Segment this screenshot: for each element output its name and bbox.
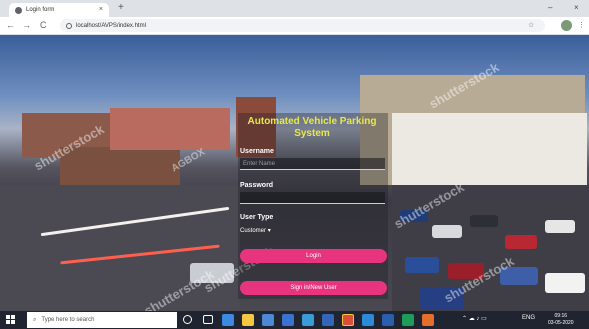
user-type-value: Customer	[240, 228, 267, 234]
tab-title: Login form	[26, 7, 55, 13]
signup-button[interactable]: Sign in/New User	[240, 281, 387, 295]
profile-avatar[interactable]	[561, 20, 572, 31]
browser-menu-icon[interactable]: ⋮	[578, 21, 585, 29]
clock-time: 09:16	[554, 313, 568, 319]
username-label: Username	[240, 148, 274, 155]
login-panel	[238, 113, 388, 299]
page-title: Automated Vehicle Parking System	[247, 116, 377, 139]
username-input[interactable]: Enter Name	[240, 158, 385, 170]
task-view-icon[interactable]	[203, 315, 213, 324]
cortana-icon[interactable]	[183, 315, 192, 324]
app-icon[interactable]	[302, 314, 314, 326]
forward-button[interactable]: →	[22, 20, 31, 30]
car	[505, 235, 537, 249]
app-icon[interactable]	[402, 314, 414, 326]
search-placeholder: Type here to search	[41, 317, 95, 323]
windows-start-icon[interactable]	[6, 315, 16, 325]
building-left-low	[60, 147, 180, 187]
url-text: localhost/AVPS/index.html	[76, 22, 146, 29]
app-icon[interactable]	[422, 314, 434, 326]
building-right-white	[392, 113, 587, 185]
dropbox-icon[interactable]	[282, 314, 294, 326]
tab-strip: Login form × + – ×	[0, 0, 589, 17]
address-bar[interactable]: localhost/AVPS/index.html	[60, 19, 545, 32]
ie-icon[interactable]	[362, 314, 374, 326]
taskbar-search-box[interactable]: ⌕ Type here to search	[27, 312, 177, 328]
browser-toolbar: ← → C localhost/AVPS/index.html ☆ ⋮	[0, 17, 589, 35]
search-icon: ⌕	[33, 316, 37, 323]
taskbar: ⌕ Type here to search ENG ⌃ ☁ ♪ ▭ 09:16 …	[0, 311, 589, 329]
file-explorer-icon[interactable]	[242, 314, 254, 326]
user-type-select[interactable]: Customer ▾	[240, 226, 280, 236]
login-button[interactable]: Login	[240, 249, 387, 263]
chevron-down-icon: ▾	[267, 228, 271, 234]
taskbar-clock[interactable]: 09:16 03-05-2020	[548, 313, 574, 327]
close-window-button[interactable]: ×	[574, 3, 579, 12]
globe-icon	[15, 6, 22, 14]
minimize-button[interactable]: –	[548, 3, 552, 12]
clock-date: 03-05-2020	[548, 320, 574, 326]
car	[545, 273, 585, 293]
building-center-red	[110, 108, 230, 150]
password-label: Password	[240, 182, 274, 189]
car	[405, 257, 439, 273]
car	[545, 220, 575, 233]
word-icon[interactable]	[382, 314, 394, 326]
new-tab-button[interactable]: +	[118, 3, 124, 13]
chrome-icon[interactable]	[342, 314, 354, 326]
user-type-label: User Type	[240, 214, 274, 221]
store-icon[interactable]	[262, 314, 274, 326]
bookmark-star-icon[interactable]: ☆	[528, 21, 534, 29]
password-input[interactable]	[240, 192, 385, 204]
reload-button[interactable]: C	[40, 20, 47, 30]
info-icon	[66, 22, 72, 29]
tab-login-form[interactable]: Login form ×	[9, 3, 109, 17]
car	[470, 215, 498, 227]
tray-icons[interactable]: ⌃ ☁ ♪ ▭	[462, 315, 487, 322]
mail-icon[interactable]	[322, 314, 334, 326]
close-tab-icon[interactable]: ×	[99, 6, 103, 13]
car	[432, 225, 462, 238]
tray-language[interactable]: ENG	[522, 315, 535, 321]
edge-icon[interactable]	[222, 314, 234, 326]
back-button[interactable]: ←	[6, 20, 15, 30]
